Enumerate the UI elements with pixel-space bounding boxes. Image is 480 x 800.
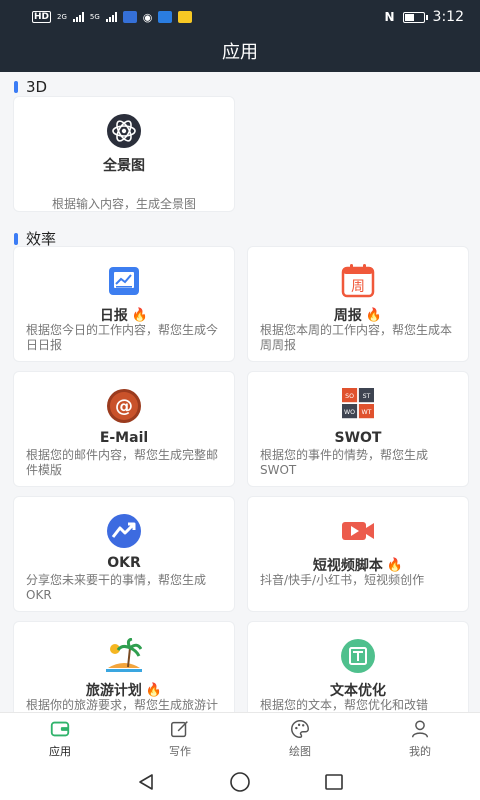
eye-icon: ◉ [142, 10, 153, 24]
svg-text:WT: WT [361, 409, 371, 416]
card-title: 文本优化 [330, 683, 386, 699]
signal-icon [72, 12, 84, 22]
card-description: 根据您的文本，帮您优化和改错 [260, 698, 429, 712]
card-title: 周报 [333, 308, 362, 324]
card-description: 根据您本周的工作内容，帮您生成本周周报 [260, 323, 453, 352]
card-swot[interactable]: SO ST WO WT SWOT 根据您的事件的情势，帮您生成 SWOT [247, 371, 469, 487]
write-icon [171, 721, 188, 738]
card-title: 日报 [99, 308, 128, 324]
app-notification-icon [158, 11, 173, 23]
card-description: 分享您未来要干的事情，帮您生成 OKR [26, 573, 207, 602]
nav-label: 绘图 [289, 745, 311, 758]
text-optimize-icon [341, 639, 375, 673]
profile-icon [411, 720, 429, 738]
palette-icon [291, 720, 309, 738]
top-bar: HD 2G 5G ◉ N 3:12 应用 [0, 0, 480, 72]
card-panorama[interactable]: 全景图 根据输入内容，生成全景图 [13, 96, 235, 212]
nav-label: 写作 [169, 745, 191, 758]
card-daily-report[interactable]: 日报 🔥 根据您今日的工作内容，帮您生成今日日报 [13, 246, 235, 362]
daily-report-icon [109, 267, 139, 295]
travel-plan-icon [106, 638, 142, 672]
nav-item-profile[interactable]: 我的 [360, 713, 480, 764]
nav-item-draw[interactable]: 绘图 [240, 713, 360, 764]
panorama-icon [107, 114, 141, 148]
network-1-label: 2G [57, 13, 67, 21]
card-email[interactable]: @ E-Mail 根据您的邮件内容，帮您生成完整邮件模版 [13, 371, 235, 487]
card-title: 旅游计划 [85, 683, 142, 699]
bottom-nav: 应用 写作 绘图 我的 [0, 712, 480, 764]
card-title: SWOT [334, 430, 382, 446]
app-notification-icon [122, 11, 137, 23]
recents-icon[interactable] [324, 772, 344, 792]
hd-indicator: HD [32, 11, 52, 23]
svg-text:ST: ST [363, 393, 371, 400]
weekly-report-icon: 周 [341, 264, 375, 298]
swot-icon: SO ST WO WT [342, 388, 374, 419]
nav-item-write[interactable]: 写作 [120, 713, 240, 764]
apps-icon [50, 721, 70, 737]
fire-icon: 🔥 [365, 307, 383, 323]
card-description: 根据你的旅游要求，帮您生成旅游计划 [26, 698, 219, 712]
home-icon[interactable] [229, 771, 251, 793]
nav-item-apps[interactable]: 应用 [0, 713, 120, 764]
card-title: OKR [107, 555, 141, 571]
weekly-icon-label: 周 [351, 279, 365, 295]
section-marker [14, 81, 18, 93]
card-title: 短视频脚本 [312, 558, 383, 574]
app-notification-icon [178, 11, 193, 23]
card-description: 根据您的邮件内容，帮您生成完整邮件模版 [26, 448, 219, 477]
page-title: 应用 [222, 42, 258, 63]
nav-label: 应用 [49, 745, 71, 758]
card-text-optimize[interactable]: 文本优化 根据您的文本，帮您优化和改错 [247, 621, 469, 712]
svg-text:@: @ [115, 396, 133, 417]
section-marker [14, 232, 18, 245]
card-description: 抖音/快手/小红书，短视频创作 [260, 573, 425, 587]
card-title: E-Mail [99, 430, 149, 446]
card-travel-plan[interactable]: 旅游计划🔥 根据你的旅游要求，帮您生成旅游计划 [13, 621, 235, 712]
fire-icon: 🔥 [386, 557, 404, 573]
system-nav-bar [0, 764, 480, 800]
section-header-3d: 3D [14, 78, 47, 96]
card-okr[interactable]: OKR 分享您未来要干的事情，帮您生成 OKR [13, 496, 235, 612]
battery-icon [402, 11, 428, 23]
card-description: 根据输入内容，生成全景图 [51, 197, 196, 211]
status-bar: HD 2G 5G ◉ N 3:12 [0, 0, 480, 34]
nfc-icon: N [384, 10, 395, 24]
video-script-icon [342, 522, 374, 540]
svg-text:SO: SO [345, 393, 354, 400]
card-description: 根据您的事件的情势，帮您生成 SWOT [260, 448, 429, 477]
signal-icon [105, 12, 117, 22]
card-video-script[interactable]: 短视频脚本 🔥 抖音/快手/小红书，短视频创作 [247, 496, 469, 612]
section-title: 3D [26, 78, 48, 96]
card-description: 根据您今日的工作内容，帮您生成今日日报 [26, 323, 219, 352]
back-icon[interactable] [136, 772, 156, 792]
fire-icon: 🔥 [145, 682, 163, 698]
network-2-label: 5G [89, 13, 100, 21]
okr-icon [107, 514, 141, 548]
svg-text:WO: WO [344, 409, 355, 416]
status-time: 3:12 [432, 9, 464, 25]
fire-icon: 🔥 [131, 307, 149, 323]
card-title: 全景图 [103, 158, 145, 174]
nav-label: 我的 [409, 745, 431, 758]
main-content[interactable]: 3D 全景图 根据输入内容，生成全景图 效率 日报 🔥 根据您今日的工作内容，帮您… [0, 72, 480, 712]
email-icon: @ [107, 389, 141, 423]
card-weekly-report[interactable]: 周 周报 🔥 根据您本周的工作内容，帮您生成本周周报 [247, 246, 469, 362]
